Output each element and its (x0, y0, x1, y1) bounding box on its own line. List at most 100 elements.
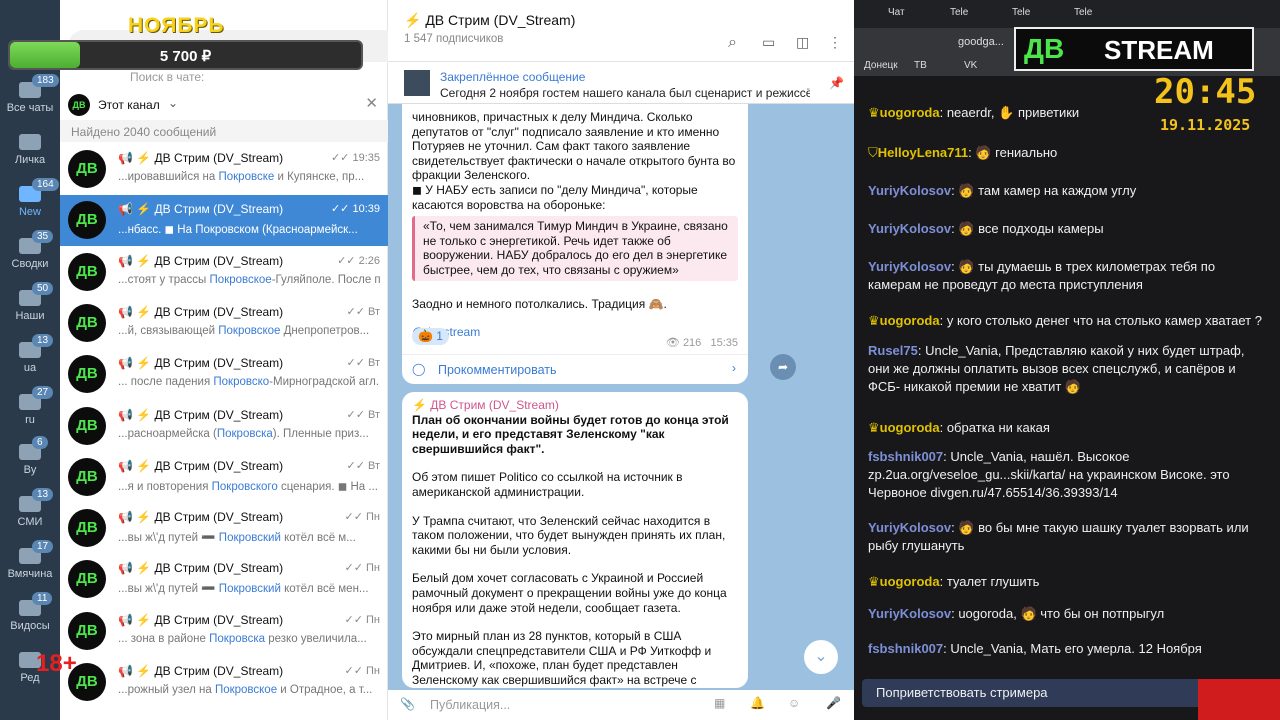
chat-username[interactable]: fsbshnik007 (868, 449, 943, 464)
folder-4[interactable]: 50 Наши (0, 278, 60, 330)
chat-message: YuriyKolosov: 🧑 все подходы камеры (868, 221, 1104, 236)
greet-streamer-button[interactable]: Поприветствовать стримера (862, 679, 1202, 707)
chat-username[interactable]: YuriyKolosov (868, 221, 951, 236)
chat-username[interactable]: uogoroda (880, 574, 940, 589)
crown-icon: ♛ (868, 574, 880, 589)
folder-6[interactable]: 27 ru (0, 382, 60, 434)
chevron-down-icon[interactable]: ⌄ (168, 96, 178, 110)
browser-tab[interactable]: Чат (888, 7, 905, 18)
chat-username[interactable]: uogoroda (880, 313, 940, 328)
folder-8[interactable]: 13 СМИ (0, 484, 60, 536)
chat-username[interactable]: YuriyKolosov (868, 183, 951, 198)
chat-name: 📢 ⚡ ДВ Стрим (DV_Stream) (118, 664, 284, 678)
composer: 📎 Публикация... ▦ 🔔 ☺ 🎤 (388, 690, 854, 720)
chat-time: ✓✓ Вт (346, 357, 380, 370)
chat-list-item[interactable]: ДВ 📢 ⚡ ДВ Стрим (DV_Stream) ✓✓ Пн ... зона … (60, 606, 388, 657)
folder-label: СМИ (17, 516, 43, 528)
filter-channel[interactable]: Этот канал (98, 98, 160, 112)
chat-preview: ...стоят у трассы Покровское-Гуляйполе. … (118, 273, 380, 286)
folder-5[interactable]: 13 ua (0, 330, 60, 382)
chat-message: fsbshnik007: Uncle_Vania, нашёл. Высокое… (868, 449, 1230, 500)
chat-name: 📢 ⚡ ДВ Стрим (DV_Stream) (118, 458, 284, 473)
scroll-down-icon[interactable]: ⌄ (804, 640, 838, 674)
chat-time: ✓✓ Вт (346, 408, 380, 421)
search-icon[interactable]: ⌕ (728, 34, 737, 52)
chat-list-item[interactable]: ДВ 📢 ⚡ ДВ Стрим (DV_Stream) ✓✓ 2:26 ...стоя… (60, 247, 388, 298)
folder-1[interactable]: Личка (0, 122, 60, 174)
chat-username[interactable]: Rusel75 (868, 343, 918, 358)
comments-icon[interactable]: ▭ (762, 34, 775, 51)
comment-button[interactable]: ◯ Прокомментировать › (402, 354, 748, 384)
chat-list-item[interactable]: ДВ 📢 ⚡ ДВ Стрим (DV_Stream) ✓✓ Вт ...й, свя… (60, 298, 388, 349)
comment-icon: ◯ (412, 362, 426, 376)
more-icon[interactable]: ⋮ (828, 34, 842, 51)
folder-count: 50 (32, 282, 54, 295)
chat-username[interactable]: YuriyKolosov (868, 606, 951, 621)
pinned-thumb (404, 70, 430, 96)
channel-pane: ⚡ ДВ Стрим (DV_Stream) 1 547 подписчиков… (388, 0, 854, 720)
chat-username[interactable]: uogoroda (880, 420, 940, 435)
chat-username[interactable]: uogoroda (880, 105, 940, 120)
message-author: ⚡ ДВ Стрим (DV_Stream) (412, 398, 559, 412)
share-icon[interactable]: ➦ (770, 354, 796, 380)
pin-icon[interactable]: 📌 (829, 76, 844, 90)
mic-icon[interactable]: 🎤 (826, 696, 841, 710)
chat-name: 📢 ⚡ ДВ Стрим (DV_Stream) (118, 253, 284, 268)
folder-9[interactable]: 17 Вмячина (0, 536, 60, 588)
folder-count: 13 (32, 334, 54, 347)
calendar-icon[interactable]: ▦ (714, 696, 725, 710)
crown-icon: ♛ (868, 420, 880, 435)
chat-username[interactable]: YuriyKolosov (868, 520, 951, 535)
filter-row: ДВ Этот канал ⌄ ✕ (60, 90, 388, 118)
composer-input[interactable]: Публикация... (430, 698, 510, 712)
channel-title[interactable]: ⚡ ДВ Стрим (DV_Stream) (404, 12, 575, 29)
channel-avatar: ДВ (68, 94, 90, 116)
chat-username[interactable]: YuriyKolosov (868, 259, 951, 274)
close-icon[interactable]: ✕ (365, 94, 378, 112)
chat-name: 📢 ⚡ ДВ Стрим (DV_Stream) (118, 561, 284, 576)
folder-0[interactable]: 183 Все чаты (0, 70, 60, 122)
chat-list-item[interactable]: ДВ 📢 ⚡ ДВ Стрим (DV_Stream) ✓✓ Вт ... после… (60, 349, 388, 400)
chat-list-item[interactable]: ДВ 📢 ⚡ ДВ Стрим (DV_Stream) ✓✓ 19:35 ...иро… (60, 144, 388, 195)
bell-icon[interactable]: 🔔 (750, 696, 765, 710)
chat-text: Uncle_Vania, Представляю какой у них буд… (868, 343, 1245, 394)
bookmark[interactable]: Донецк (864, 60, 898, 71)
chat-list-item[interactable]: ДВ 📢 ⚡ ДВ Стрим (DV_Stream) ✓✓ Пн ...вы ж\'… (60, 503, 388, 554)
avatar: ДВ (68, 560, 106, 599)
attach-icon[interactable]: 📎 (400, 697, 415, 711)
chat-preview: ...й, связывающей Покровское Днепропетро… (118, 324, 370, 337)
bookmark[interactable]: ТВ (914, 60, 927, 71)
chat-list-item[interactable]: ДВ 📢 ⚡ ДВ Стрим (DV_Stream) ✓✓ Пн ...вы ж\'… (60, 554, 388, 605)
chat-preview: ...расноармейска (Покровска). Пленные пр… (118, 427, 369, 440)
avatar: ДВ (68, 509, 106, 548)
chat-list-item[interactable]: ДВ 📢 ⚡ ДВ Стрим (DV_Stream) ✓✓ Вт ...расноа… (60, 401, 388, 452)
folder-count: 13 (32, 488, 54, 501)
chat-username[interactable]: HelloyLena711 (878, 145, 968, 160)
reaction-badge[interactable]: 🎃 1 (412, 328, 449, 345)
browser-tab[interactable]: Tele (950, 7, 968, 18)
chat-text: туалет глушить (946, 574, 1040, 589)
avatar: ДВ (68, 611, 106, 650)
folder-3[interactable]: 35 Сводки (0, 226, 60, 278)
emoji-icon[interactable]: ☺ (788, 696, 800, 710)
folder-10[interactable]: 11 Видосы (0, 588, 60, 640)
folder-7[interactable]: 6 By (0, 432, 60, 484)
chat-time: ✓✓ Пн (344, 665, 380, 677)
view-count: 216 (682, 337, 702, 349)
browser-tab[interactable]: Tele (1074, 7, 1092, 18)
pinned-message[interactable]: Закреплённое сообщение Сегодня 2 ноября … (388, 62, 854, 104)
bookmark[interactable]: VK (964, 60, 977, 71)
sidebar-toggle-icon[interactable]: ◫ (796, 34, 809, 51)
message-time: 15:35 (710, 337, 738, 349)
chat-list-item[interactable]: ДВ 📢 ⚡ ДВ Стрим (DV_Stream) ✓✓ 10:39 ...нба… (60, 195, 388, 247)
avatar: ДВ (68, 457, 106, 496)
crown-icon: ♛ (868, 105, 880, 120)
chat-message: YuriyKolosov: 🧑 ты думаешь в трех киломе… (868, 259, 1216, 292)
chat-list-item[interactable]: ДВ 📢 ⚡ ДВ Стрим (DV_Stream) ✓✓ Пн ...рожный… (60, 657, 388, 708)
folder-2[interactable]: 164 New (0, 174, 60, 226)
chat-list-item[interactable]: ДВ 📢 ⚡ ДВ Стрим (DV_Stream) ✓✓ Вт ...я и по… (60, 452, 388, 503)
chat-username[interactable]: fsbshnik007 (868, 641, 943, 656)
browser-tab[interactable]: Tele (1012, 7, 1030, 18)
age-rating: 18+ (36, 650, 77, 677)
folder-label: Видосы (10, 620, 50, 632)
